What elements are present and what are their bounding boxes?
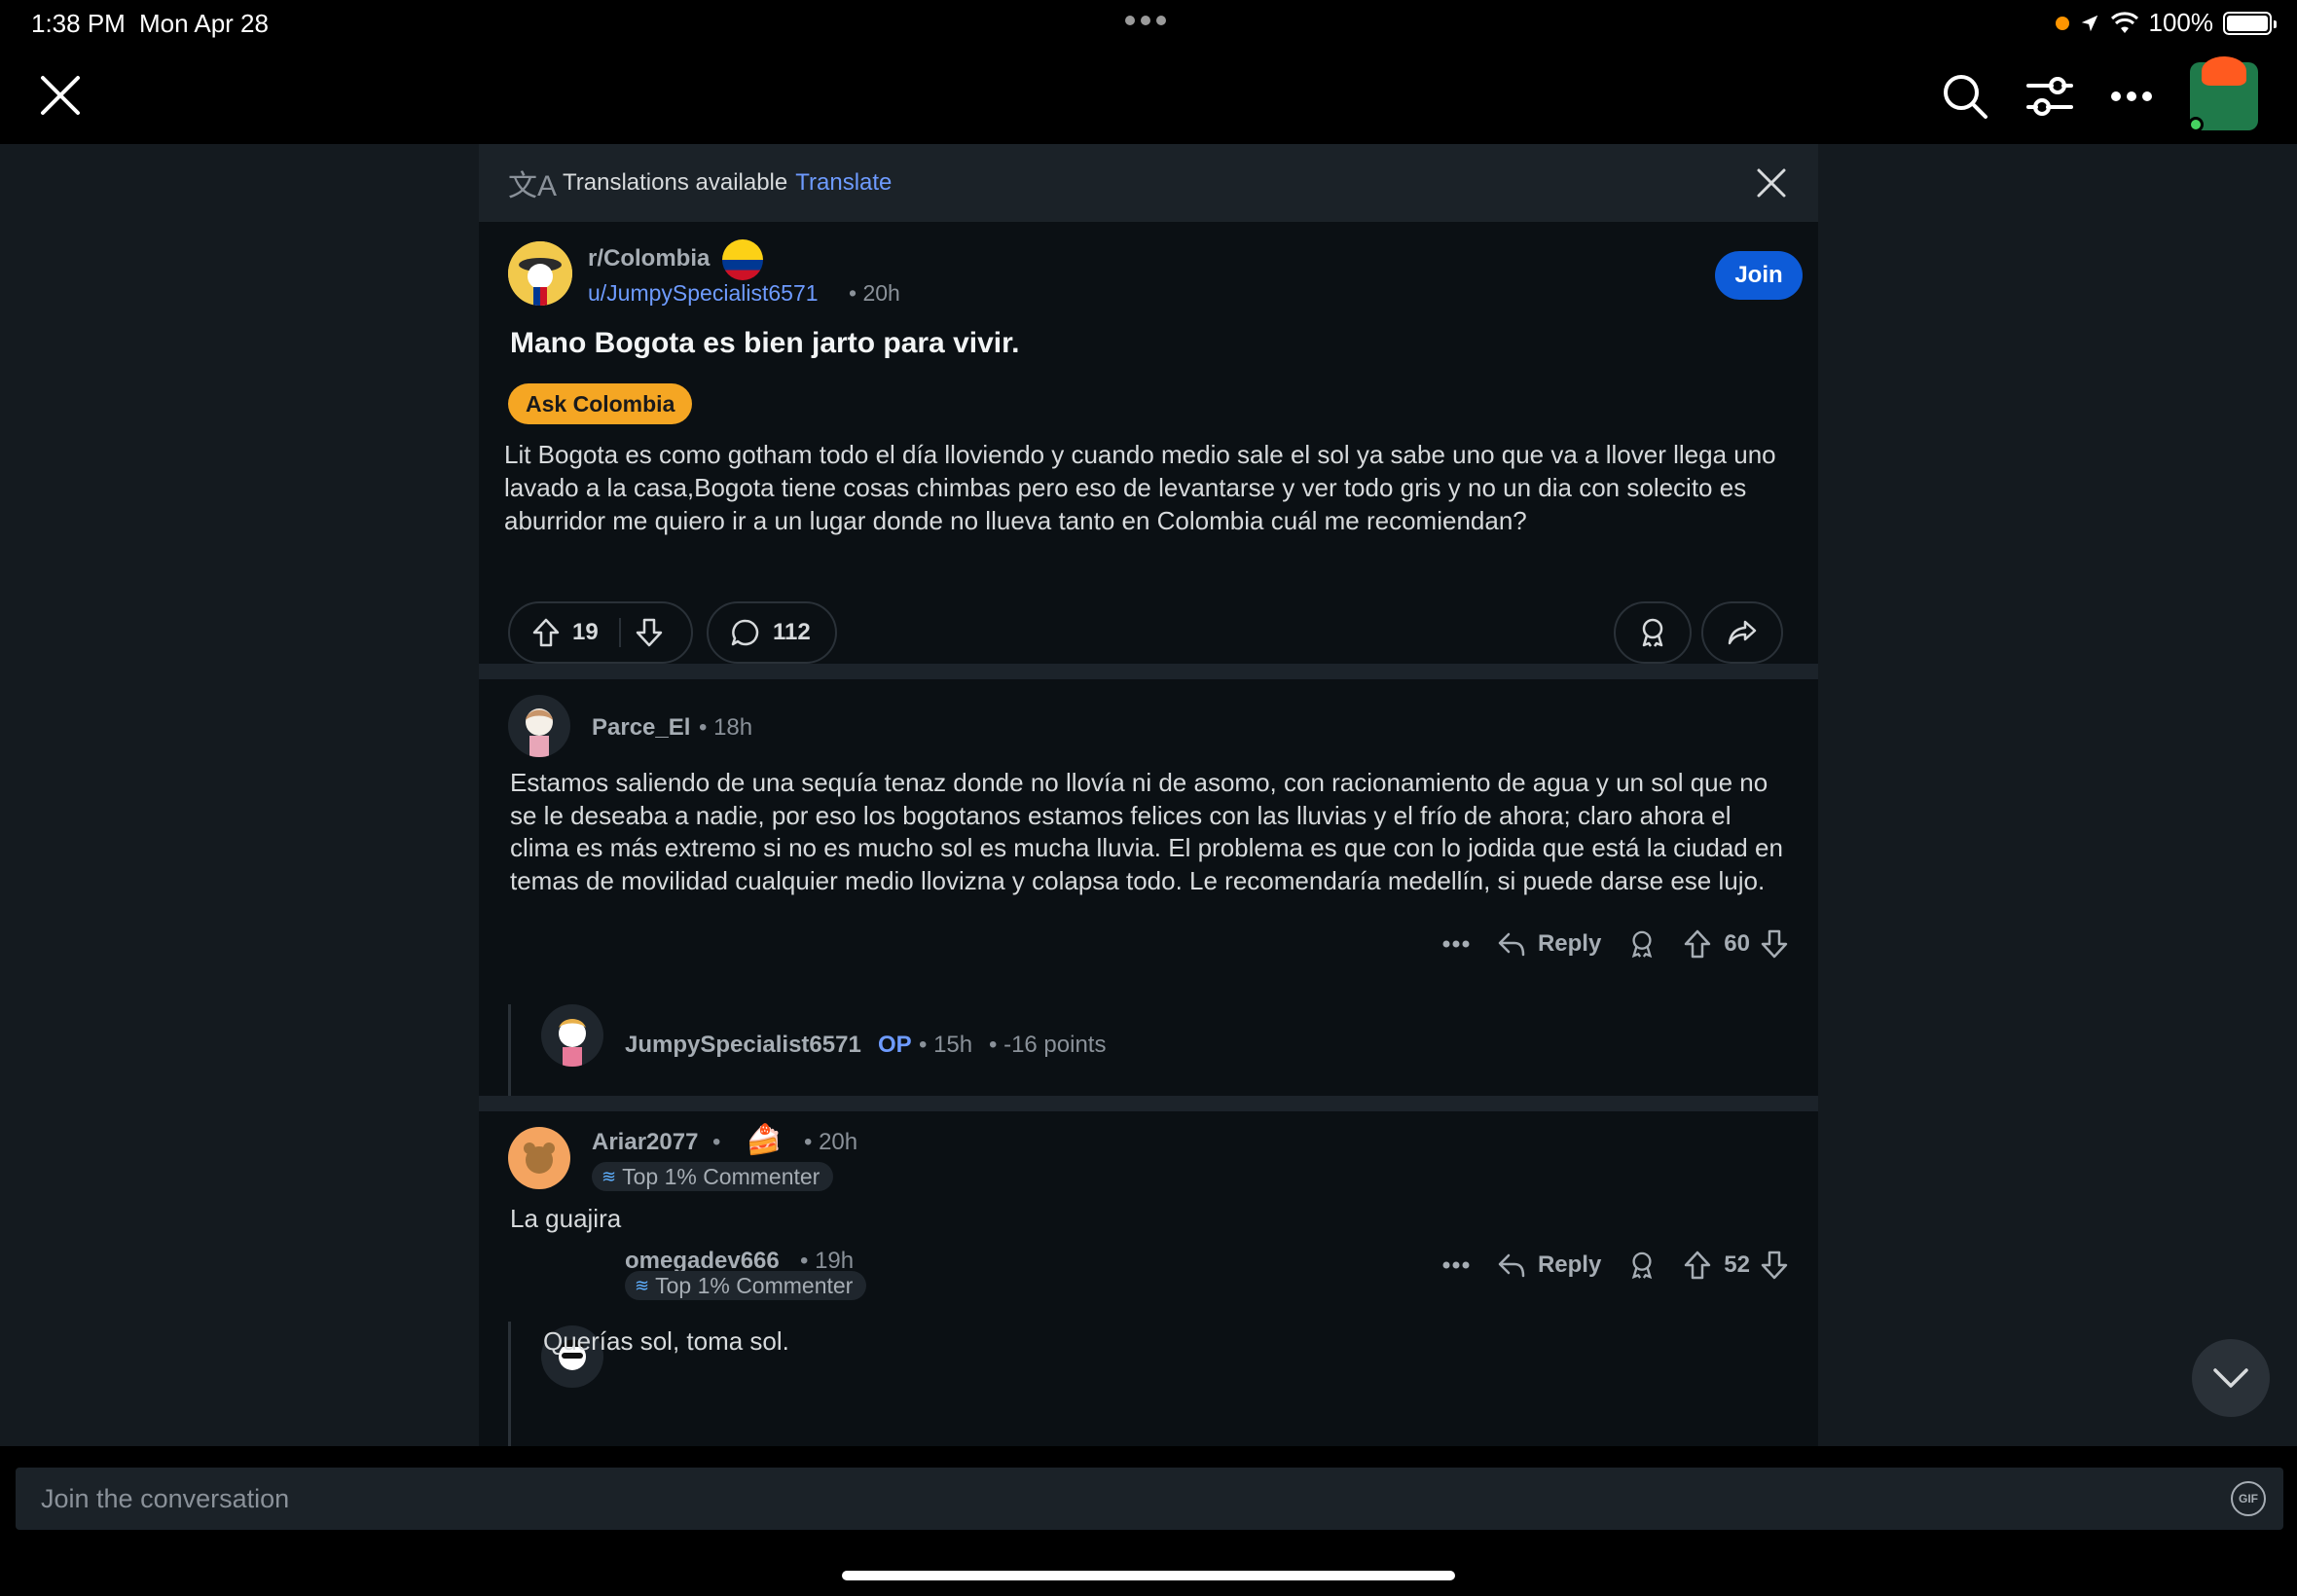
downvote-icon[interactable]: [635, 617, 664, 648]
translate-icon: 文A: [508, 170, 558, 202]
more-options-icon[interactable]: [1442, 1261, 1470, 1269]
upvote-icon[interactable]: [1683, 928, 1712, 960]
section-divider: [479, 1096, 1818, 1111]
post-score: 19: [572, 619, 599, 645]
award-icon[interactable]: [1628, 1251, 1656, 1280]
post-card: r/Colombia u/JumpySpecialist6571 • 20h J…: [479, 222, 1818, 664]
comment-score: 60: [1724, 930, 1750, 957]
comment-icon: [731, 619, 759, 646]
cake-icon: 🍰: [746, 1124, 783, 1156]
mic-indicator-icon: [2055, 16, 2069, 30]
comment-body: La guajira: [510, 1204, 622, 1233]
comment-actions: Reply 52: [1415, 1250, 1789, 1281]
translation-banner: 文A Translations available Translate: [479, 144, 1818, 222]
comment-input[interactable]: Join the conversation GIF: [16, 1468, 2283, 1530]
composer-bar: Join the conversation GIF: [0, 1446, 2297, 1596]
scroll-down-button[interactable]: [2192, 1339, 2270, 1417]
comment-time: • 18h: [699, 714, 753, 741]
subreddit-avatar[interactable]: [508, 241, 572, 306]
subreddit-name[interactable]: r/Colombia: [588, 245, 710, 272]
comment-time: • 20h: [804, 1129, 858, 1155]
dismiss-translation-icon[interactable]: [1756, 167, 1787, 199]
reply-button[interactable]: Reply: [1497, 1251, 1601, 1279]
comments-button[interactable]: 112: [707, 601, 837, 664]
comment-count: 112: [773, 619, 811, 645]
commenter-badge: ≋ Top 1% Commenter: [625, 1271, 867, 1300]
commenter-badge: ≋ Top 1% Commenter: [592, 1162, 834, 1191]
comment: Parce_El • 18h Estamos saliendo de una s…: [479, 679, 1818, 1096]
close-icon[interactable]: [37, 72, 84, 119]
comment-vote: 60: [1683, 928, 1789, 960]
thread-line: [508, 1322, 511, 1448]
top-nav: [0, 47, 2297, 144]
vote-control: 19: [508, 601, 693, 664]
reply-time: • 15h: [919, 1032, 973, 1058]
translate-link[interactable]: Translate: [795, 169, 892, 197]
comment-actions: Reply 60: [1415, 928, 1789, 960]
join-button[interactable]: Join: [1715, 251, 1803, 300]
share-icon: [1728, 620, 1757, 645]
status-time: 1:38 PM: [31, 9, 126, 38]
badge-label: Top 1% Commenter: [655, 1272, 854, 1298]
more-options-icon[interactable]: [1442, 940, 1470, 948]
award-button[interactable]: [1614, 601, 1692, 664]
reply-button[interactable]: Reply: [1497, 930, 1601, 958]
section-divider: [479, 664, 1818, 679]
reply-label: Reply: [1537, 930, 1602, 957]
comment-body: Estamos saliendo de una sequía tenaz don…: [510, 768, 1783, 895]
top-commenter-icon: ≋: [602, 1166, 617, 1186]
downvote-icon[interactable]: [1760, 1250, 1789, 1281]
upvote-icon[interactable]: [1683, 1250, 1712, 1281]
downvote-icon[interactable]: [1760, 928, 1789, 960]
translation-text: Translations available: [563, 169, 788, 196]
post-title: Mano Bogota es bien jarto para vivir.: [510, 327, 1020, 359]
status-bar: 1:38 PM Mon Apr 28 100%: [0, 0, 2297, 47]
award-icon: [1642, 618, 1663, 647]
online-status-icon: [2188, 117, 2204, 132]
post-time: • 20h: [849, 280, 900, 306]
comment-score: 52: [1724, 1251, 1750, 1278]
award-icon[interactable]: [1628, 929, 1656, 959]
post-body: Lit Bogota es como gotham todo el día ll…: [504, 440, 1776, 535]
gif-icon[interactable]: GIF: [2231, 1481, 2266, 1516]
reply-icon: [1498, 1253, 1525, 1278]
battery-icon: [2223, 11, 2277, 35]
more-options-icon[interactable]: [2110, 91, 2153, 102]
comment: Ariar2077 • 🍰 • 20h ≋ Top 1% Commenter L…: [479, 1111, 1818, 1448]
comment-author-avatar[interactable]: [508, 1127, 570, 1189]
post-actions: 19 112: [508, 601, 1793, 664]
multitasking-dots[interactable]: [1125, 16, 1166, 25]
op-badge: OP: [878, 1032, 912, 1058]
battery-percent: 100%: [2148, 8, 2214, 37]
reply-author[interactable]: JumpySpecialist6571: [625, 1032, 861, 1059]
reply-points: • -16 points: [989, 1032, 1107, 1058]
filter-icon[interactable]: [2026, 74, 2073, 119]
comment-author[interactable]: Parce_El: [592, 714, 690, 742]
comment-input-placeholder: Join the conversation: [41, 1483, 290, 1513]
colombia-flag-icon: [722, 239, 763, 280]
reply-label: Reply: [1537, 1251, 1602, 1278]
reply-author-avatar[interactable]: [541, 1004, 603, 1067]
comment-author-avatar[interactable]: [508, 695, 570, 757]
location-icon: [2081, 15, 2097, 31]
chevron-down-icon: [2213, 1368, 2248, 1388]
search-icon[interactable]: [1941, 72, 1989, 121]
user-avatar[interactable]: [2188, 56, 2258, 132]
comment-vote: 52: [1683, 1250, 1789, 1281]
badge-label: Top 1% Commenter: [622, 1163, 820, 1189]
top-commenter-icon: ≋: [635, 1275, 650, 1295]
reply-body: Querías sol, toma sol.: [543, 1326, 789, 1356]
meta-separator: •: [712, 1129, 721, 1155]
comment-author[interactable]: Ariar2077: [592, 1129, 698, 1156]
post-flair[interactable]: Ask Colombia: [508, 383, 693, 424]
post-detail-column: 文A Translations available Translate r/Co…: [479, 144, 1818, 1448]
reply-icon: [1498, 932, 1525, 957]
wifi-icon: [2110, 11, 2138, 33]
thread-line: [508, 1004, 511, 1096]
share-button[interactable]: [1701, 601, 1783, 664]
post-author[interactable]: u/JumpySpecialist6571: [588, 280, 819, 307]
status-date: Mon Apr 28: [139, 9, 269, 38]
home-indicator[interactable]: [842, 1571, 1455, 1580]
upvote-icon[interactable]: [531, 617, 561, 648]
